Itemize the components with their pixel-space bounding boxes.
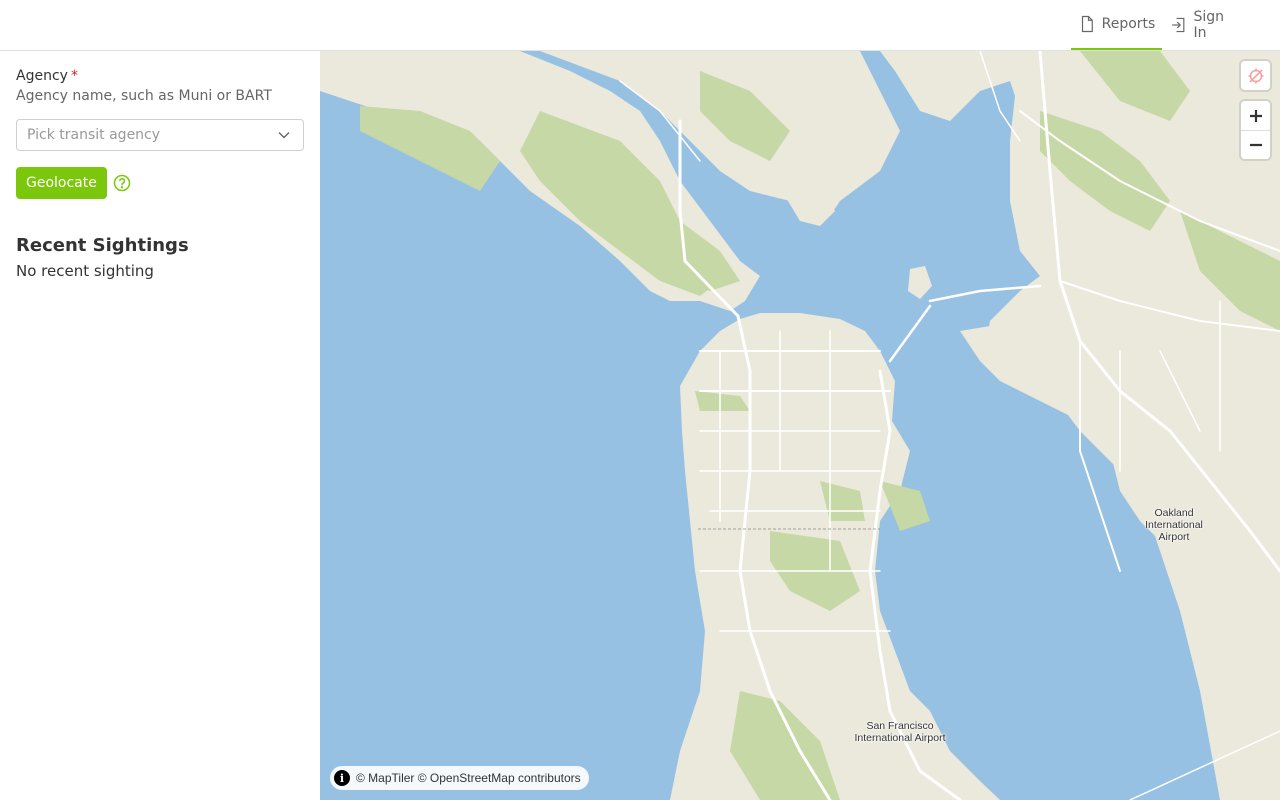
top-bar: Reports Sign In xyxy=(0,0,1280,51)
nav-reports-label: Reports xyxy=(1101,16,1156,32)
map-label-sfo: San Francisco International Airport xyxy=(854,720,946,744)
nav-sign-in-label: Sign In xyxy=(1193,9,1224,41)
chevron-down-icon xyxy=(278,132,290,139)
attribution-text[interactable]: © MapTiler © OpenStreetMap contributors xyxy=(356,771,581,785)
zoom-in-button[interactable] xyxy=(1241,101,1270,130)
nav-sign-in[interactable]: Sign In xyxy=(1170,0,1240,50)
sidebar: Agency * Agency name, such as Muni or BAR… xyxy=(0,51,320,800)
agency-select-placeholder: Pick transit agency xyxy=(27,127,161,143)
geolocate-button[interactable]: Geolocate xyxy=(16,167,107,199)
document-icon xyxy=(1081,15,1093,33)
map-canvas[interactable] xyxy=(320,51,1280,800)
location-off-icon xyxy=(1248,68,1263,83)
help-icon[interactable] xyxy=(113,174,131,192)
agency-label-text: Agency xyxy=(16,68,68,84)
zoom-control xyxy=(1241,101,1270,159)
locate-button[interactable] xyxy=(1241,61,1270,90)
sign-in-icon xyxy=(1172,17,1185,33)
map[interactable]: Oakland International Airport San Franci… xyxy=(320,51,1280,800)
minus-icon xyxy=(1249,143,1262,147)
locate-control xyxy=(1241,61,1270,90)
agency-help-text: Agency name, such as Muni or BART xyxy=(16,88,272,104)
recent-sightings-title: Recent Sightings xyxy=(16,235,189,256)
no-sightings-text: No recent sighting xyxy=(16,262,154,280)
agency-select[interactable]: Pick transit agency xyxy=(16,119,304,151)
map-label-oakland-airport: Oakland International Airport xyxy=(1145,507,1203,543)
info-icon[interactable]: i xyxy=(334,770,350,786)
plus-icon xyxy=(1249,109,1262,122)
map-attribution: i © MapTiler © OpenStreetMap contributor… xyxy=(330,766,589,790)
nav-reports[interactable]: Reports xyxy=(1071,0,1162,50)
zoom-out-button[interactable] xyxy=(1241,130,1270,159)
required-mark: * xyxy=(70,68,78,84)
agency-label: Agency * xyxy=(16,68,78,84)
